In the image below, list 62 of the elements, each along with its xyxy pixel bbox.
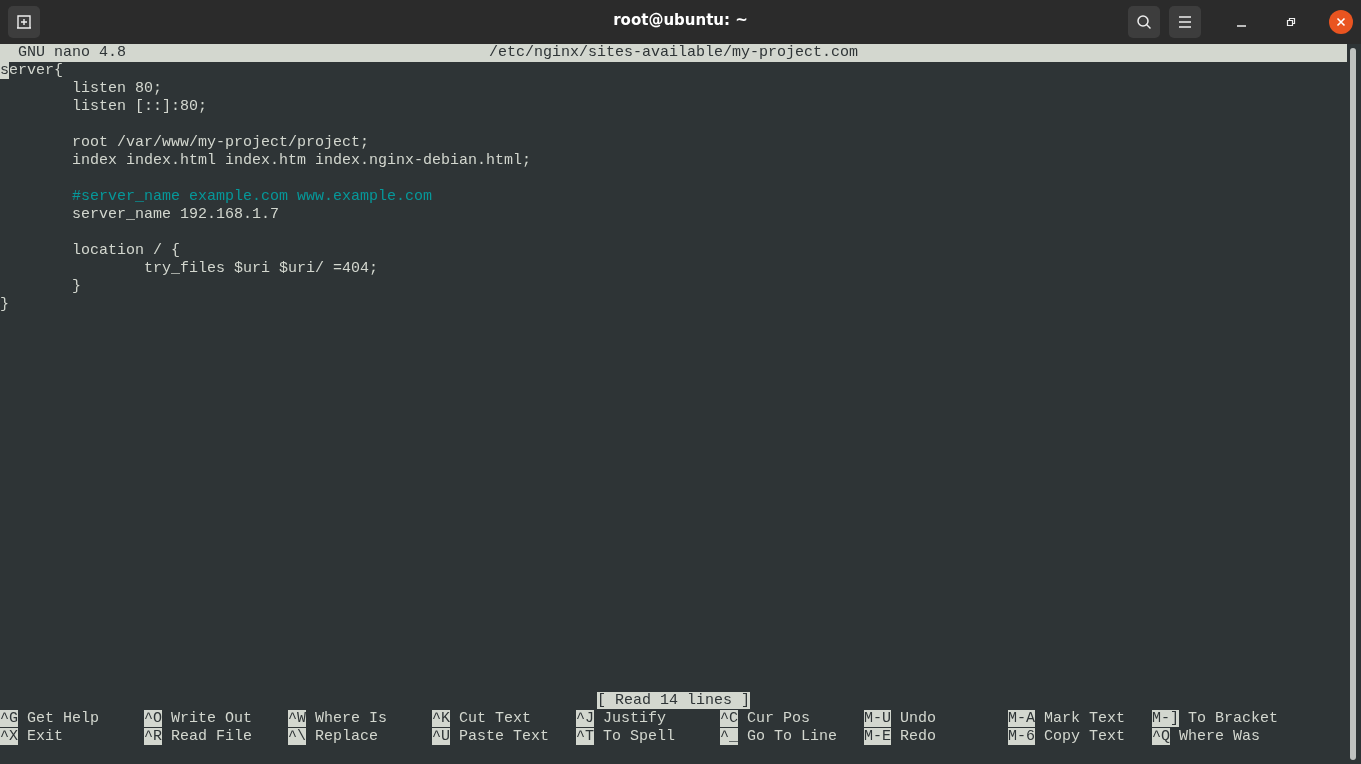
shortcut-key: ^R — [144, 728, 162, 745]
code-line: } — [72, 278, 82, 295]
code-line: index index.html index.htm index.nginx-debian.html; — [72, 152, 532, 169]
shortcut-label: Copy Text — [1044, 728, 1126, 745]
code-line: root /var/www/my-project/project; — [72, 134, 370, 151]
status-message: [ Read 14 lines ] — [597, 692, 750, 709]
close-icon — [1336, 17, 1346, 27]
new-tab-button[interactable] — [8, 6, 40, 38]
shortcut-key: ^U — [432, 728, 450, 745]
file-path: /etc/nginx/sites-available/my-project.com — [487, 44, 860, 62]
shortcut-label: Replace — [315, 728, 379, 745]
minimize-icon — [1236, 25, 1246, 27]
shortcut-key: ^G — [0, 710, 18, 727]
code-line: } — [0, 296, 9, 313]
new-tab-icon — [16, 14, 32, 30]
shortcut-key: ^\ — [288, 728, 306, 745]
shortcut-key: ^W — [288, 710, 306, 727]
code-line: try_files $uri $uri/ =404; — [144, 260, 379, 277]
shortcut-key: ^T — [576, 728, 594, 745]
shortcut-label: Read File — [171, 728, 253, 745]
shortcut-label: Get Help — [27, 710, 100, 727]
code-line: listen [::]:80; — [72, 98, 208, 115]
shortcut-label: Exit — [27, 728, 64, 745]
close-button[interactable] — [1329, 10, 1353, 34]
window-title: root@ubuntu: ~ — [613, 11, 748, 29]
shortcut-label: Write Out — [171, 710, 253, 727]
shortcut-key: M-A — [1008, 710, 1035, 727]
shortcut-label: To Bracket — [1188, 710, 1279, 727]
scrollbar[interactable] — [1350, 48, 1356, 760]
code-line: location / { — [72, 242, 181, 259]
code-line: server_name 192.168.1.7 — [72, 206, 280, 223]
shortcut-key: M-] — [1152, 710, 1179, 727]
shortcut-key: ^O — [144, 710, 162, 727]
search-icon — [1136, 14, 1152, 30]
shortcut-label: To Spell — [603, 728, 676, 745]
shortcut-label: Undo — [900, 710, 937, 727]
shortcut-label: Go To Line — [747, 728, 838, 745]
shortcut-key: ^X — [0, 728, 18, 745]
shortcut-key: M-E — [864, 728, 891, 745]
shortcut-label: Cur Pos — [747, 710, 811, 727]
shortcut-label: Mark Text — [1044, 710, 1126, 727]
shortcut-key: M-U — [864, 710, 891, 727]
shortcut-key: ^C — [720, 710, 738, 727]
shortcut-label: Redo — [900, 728, 937, 745]
shortcut-label: Where Was — [1179, 728, 1261, 745]
menu-icon — [1178, 16, 1192, 28]
shortcut-key: ^K — [432, 710, 450, 727]
shortcut-key: ^Q — [1152, 728, 1170, 745]
code-line: server{ — [0, 62, 64, 79]
code-line: listen 80; — [72, 80, 163, 97]
menu-button[interactable] — [1169, 6, 1201, 38]
shortcut-label: Justify — [603, 710, 667, 727]
shortcut-key: ^J — [576, 710, 594, 727]
code-comment: #server_name example.com www.example.com — [72, 188, 433, 205]
editor-version: GNU nano 4.8 — [17, 44, 128, 62]
shortcut-label: Paste Text — [459, 728, 550, 745]
restore-icon — [1286, 17, 1296, 27]
shortcut-label: Where Is — [315, 710, 388, 727]
shortcut-label: Cut Text — [459, 710, 532, 727]
search-button[interactable] — [1128, 6, 1160, 38]
shortcut-key: ^_ — [720, 728, 738, 745]
shortcut-key: M-6 — [1008, 728, 1035, 745]
